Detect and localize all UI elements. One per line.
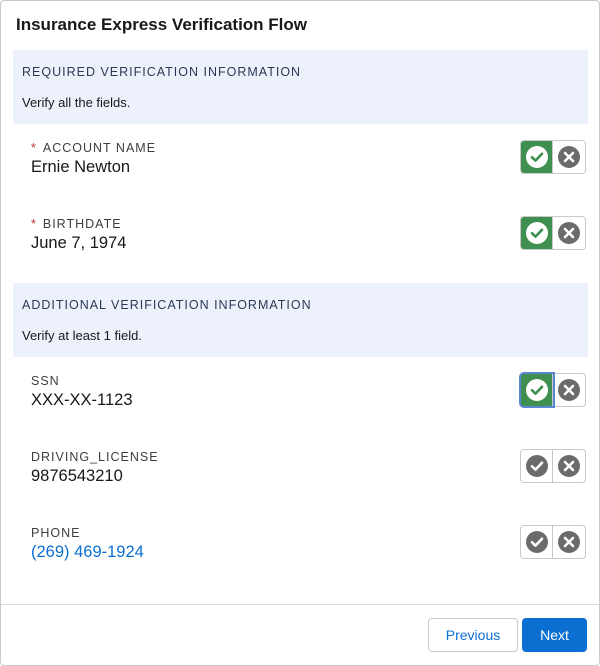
verify-button[interactable]	[521, 217, 553, 249]
close-circle-icon	[558, 379, 580, 401]
verify-button[interactable]	[521, 526, 553, 558]
previous-button[interactable]: Previous	[428, 618, 518, 652]
check-circle-icon	[525, 379, 548, 401]
close-circle-icon	[558, 531, 580, 553]
dialog-title: Insurance Express Verification Flow	[16, 15, 307, 34]
field-label: DRIVING_LICENSE	[31, 450, 159, 464]
field-value: Ernie Newton	[31, 158, 131, 176]
field-driving-license: DRIVING_LICENSE 9876543210	[31, 450, 159, 486]
verify-button[interactable]	[521, 450, 553, 482]
verify-button[interactable]	[521, 374, 553, 406]
field-label: PHONE	[31, 526, 81, 540]
section-title: REQUIRED VERIFICATION INFORMATION	[22, 65, 302, 79]
verify-toggle-account-name	[520, 140, 586, 174]
footer-divider	[1, 604, 600, 605]
field-label: ACCOUNT NAME	[42, 141, 157, 155]
required-mark: *	[31, 141, 37, 155]
required-mark: *	[31, 217, 37, 231]
reject-button[interactable]	[553, 141, 585, 173]
field-label: SSN	[31, 374, 60, 388]
field-value: June 7, 1974	[31, 234, 127, 252]
close-circle-icon	[558, 146, 580, 168]
reject-button[interactable]	[553, 526, 585, 558]
close-circle-icon	[558, 222, 580, 244]
field-value: 9876543210	[31, 467, 123, 485]
field-birthdate: * BIRTHDATE June 7, 1974	[31, 217, 126, 253]
check-circle-icon	[525, 222, 548, 244]
reject-button[interactable]	[553, 217, 585, 249]
verify-toggle-driving-license	[520, 449, 586, 483]
verification-dialog: Insurance Express Verification Flow REQU…	[0, 0, 600, 666]
field-value: XXX-XX-1123	[31, 391, 133, 409]
reject-button[interactable]	[553, 450, 585, 482]
verify-toggle-birthdate	[520, 216, 586, 250]
field-label: BIRTHDATE	[42, 217, 122, 231]
verify-toggle-phone	[520, 525, 586, 559]
reject-button[interactable]	[553, 374, 585, 406]
next-button[interactable]: Next	[522, 618, 587, 652]
phone-link[interactable]: (269) 469-1924	[31, 543, 144, 562]
check-circle-icon	[525, 531, 548, 553]
section-additional: ADDITIONAL VERIFICATION INFORMATION Veri…	[13, 283, 588, 357]
check-circle-icon	[525, 455, 548, 477]
section-required: REQUIRED VERIFICATION INFORMATION Verify…	[13, 50, 588, 124]
section-description: Verify at least 1 field.	[22, 328, 142, 343]
section-title: ADDITIONAL VERIFICATION INFORMATION	[22, 298, 312, 312]
verify-button[interactable]	[521, 141, 553, 173]
check-circle-icon	[525, 146, 548, 168]
field-ssn: SSN XXX-XX-1123	[31, 374, 133, 410]
verify-toggle-ssn	[520, 373, 586, 407]
close-circle-icon	[558, 455, 580, 477]
section-description: Verify all the fields.	[22, 95, 131, 110]
field-account-name: * ACCOUNT NAME Ernie Newton	[31, 141, 156, 177]
field-phone: PHONE (269) 469-1924	[31, 526, 144, 562]
